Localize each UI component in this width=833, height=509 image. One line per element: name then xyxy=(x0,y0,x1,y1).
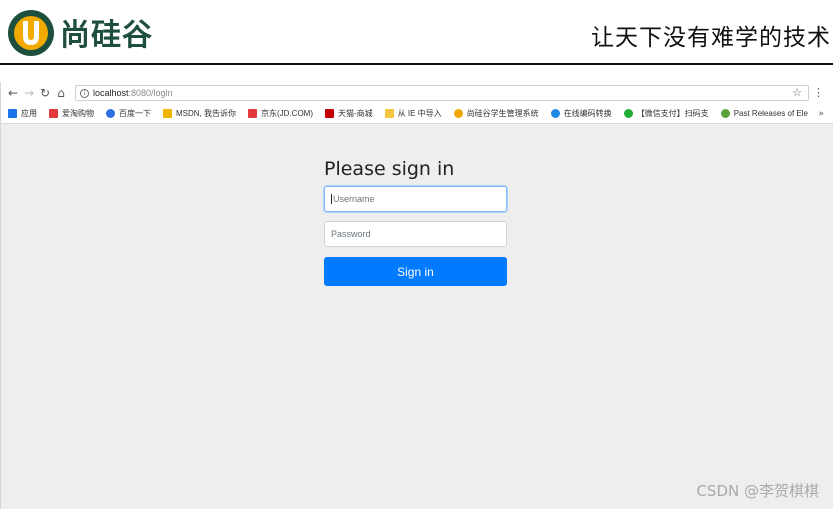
bookmark-item[interactable]: 尚硅谷学生管理系统 xyxy=(453,108,539,119)
browser-window: ← → ↻ ⌂ i localhost:8080/login ☆ ⋮ 应用 爱淘… xyxy=(0,82,833,509)
info-icon[interactable]: i xyxy=(80,88,89,98)
bookmark-item[interactable]: 从 IE 中导入 xyxy=(384,108,442,119)
slogan-text: 让天下没有难学的技术 xyxy=(591,25,831,51)
slide-header: 尚硅谷 让天下没有难学的技术 xyxy=(0,0,833,65)
more-bookmarks-icon[interactable]: » xyxy=(818,109,824,119)
electron-icon xyxy=(720,109,730,118)
baidu-paw-icon xyxy=(106,109,115,118)
msdn-icon xyxy=(163,109,172,118)
bookmarks-bar: 应用 爱淘购物 百度一下 MSDN, 我告诉你 京东(JD.COM) 天猫-商城… xyxy=(1,104,833,124)
signin-form: Please sign in Username Password Sign in xyxy=(324,158,508,286)
bookmark-label: 天猫-商城 xyxy=(338,109,373,118)
address-bar[interactable]: i localhost:8080/login ☆ xyxy=(75,85,809,101)
bookmark-item[interactable]: MSDN, 我告诉你 xyxy=(163,108,236,119)
bookmark-label: 应用 xyxy=(21,109,37,118)
apps-grid-icon xyxy=(8,109,17,118)
bookmark-item[interactable]: 百度一下 xyxy=(106,108,151,119)
back-arrow-icon[interactable]: ← xyxy=(5,85,21,101)
password-input[interactable]: Password xyxy=(324,221,507,247)
tmall-icon xyxy=(325,109,334,118)
bookmark-label: 百度一下 xyxy=(119,109,151,118)
username-placeholder: Username xyxy=(333,194,375,204)
bookmark-star-icon[interactable]: ☆ xyxy=(792,86,802,99)
atguigu-icon xyxy=(453,109,463,118)
logo-u-icon xyxy=(8,10,54,56)
bookmark-item[interactable]: 京东(JD.COM) xyxy=(248,108,313,119)
bookmark-label: 在线编码转换 xyxy=(563,109,612,118)
bookmark-label: 尚硅谷学生管理系统 xyxy=(466,109,539,118)
bookmark-label: 从 IE 中导入 xyxy=(397,109,442,118)
password-placeholder: Password xyxy=(331,229,371,239)
url-host: localhost xyxy=(93,88,129,98)
browser-toolbar: ← → ↻ ⌂ i localhost:8080/login ☆ ⋮ xyxy=(1,82,833,104)
bookmark-item[interactable]: Past Releases of Ele xyxy=(720,109,808,118)
atguigu-logo: 尚硅谷 xyxy=(6,4,153,60)
jd-icon xyxy=(248,109,257,118)
taobao-icon xyxy=(49,109,58,118)
convert-icon xyxy=(550,109,560,118)
browser-menu-icon[interactable]: ⋮ xyxy=(813,86,824,99)
wechat-pay-icon xyxy=(623,109,633,118)
signin-button[interactable]: Sign in xyxy=(324,257,507,286)
forward-arrow-icon[interactable]: → xyxy=(21,85,37,101)
bookmark-label: 京东(JD.COM) xyxy=(261,109,313,118)
csdn-watermark: CSDN @李贺棋棋 xyxy=(696,482,819,500)
logo-text: 尚硅谷 xyxy=(60,18,153,53)
bookmark-label: 爱淘购物 xyxy=(62,109,94,118)
reload-icon[interactable]: ↻ xyxy=(37,85,53,101)
bookmark-item[interactable]: 在线编码转换 xyxy=(550,108,612,119)
home-icon[interactable]: ⌂ xyxy=(53,85,69,101)
folder-icon xyxy=(384,109,394,118)
bookmark-label: 【微信支付】扫码支 xyxy=(636,109,709,118)
bookmark-item[interactable]: 【微信支付】扫码支 xyxy=(623,108,709,119)
bookmark-label: MSDN, 我告诉你 xyxy=(176,109,236,118)
header-divider xyxy=(0,63,833,65)
username-input[interactable]: Username xyxy=(324,186,507,212)
bookmark-item[interactable]: 应用 xyxy=(8,108,37,119)
text-caret xyxy=(331,194,332,204)
bookmark-item[interactable]: 爱淘购物 xyxy=(49,108,94,119)
url-path: :8080/login xyxy=(128,88,173,98)
bookmark-label: Past Releases of Ele xyxy=(733,109,808,118)
signin-heading: Please sign in xyxy=(324,158,455,180)
bookmark-item[interactable]: 天猫-商城 xyxy=(325,108,373,119)
